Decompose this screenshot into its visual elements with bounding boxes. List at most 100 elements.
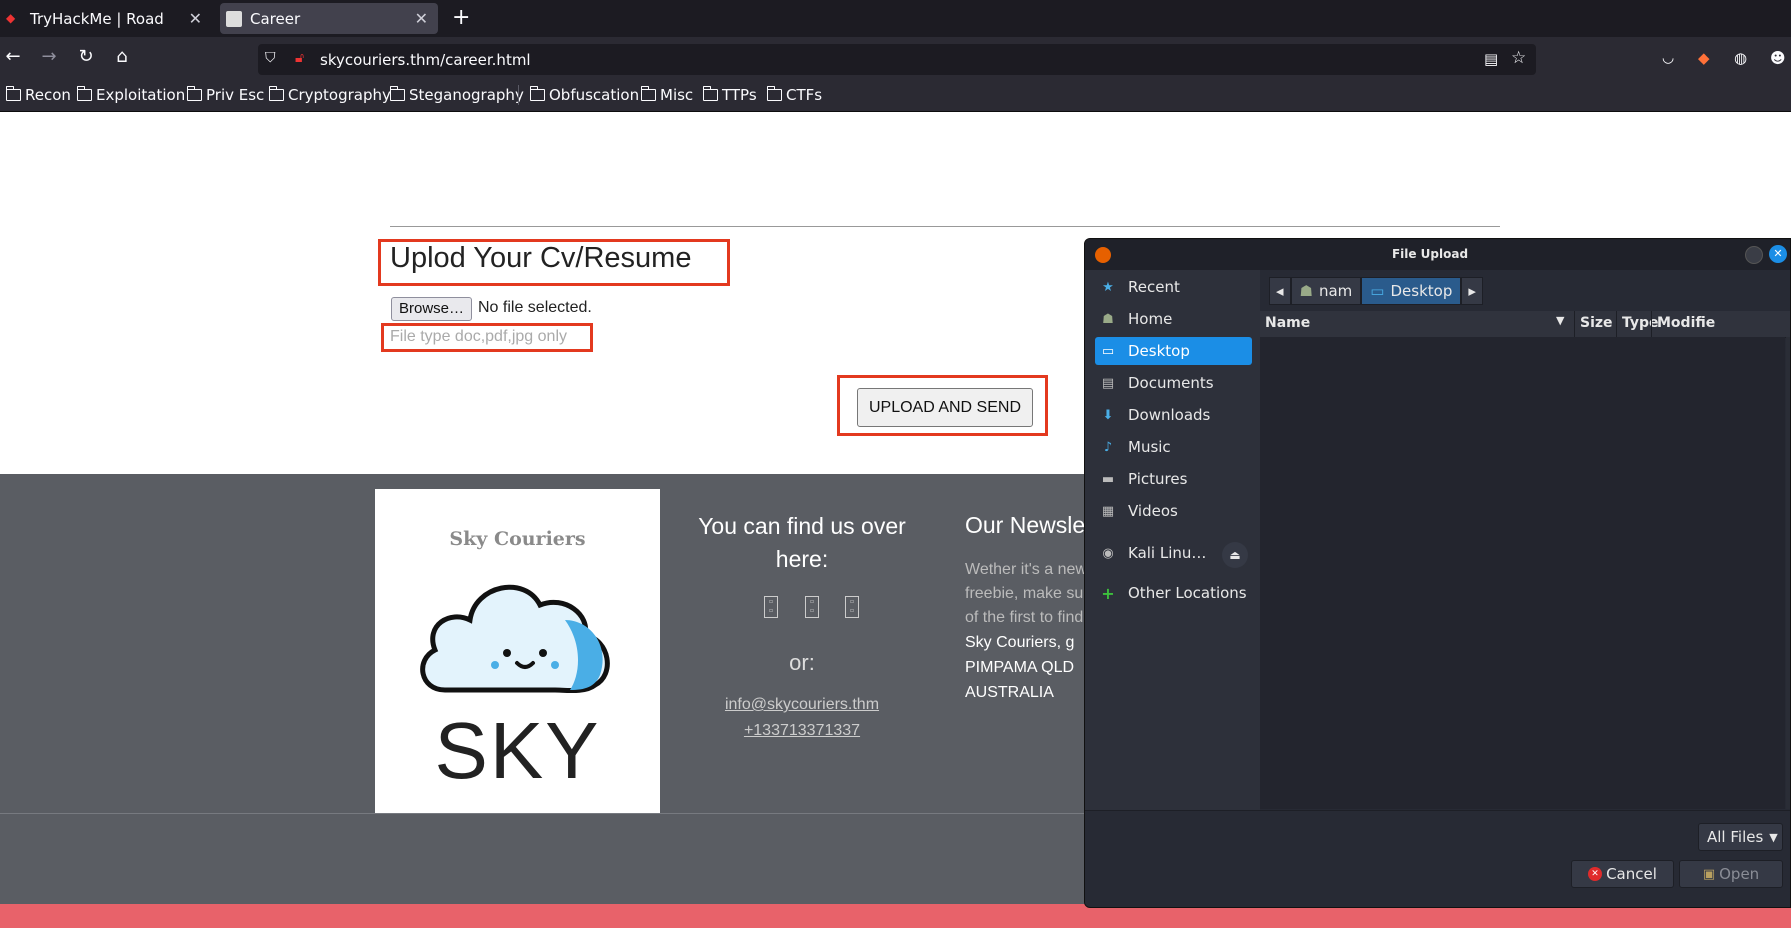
reader-view-icon[interactable]: ▤ bbox=[1484, 50, 1498, 68]
tab-career[interactable]: Career ✕ bbox=[220, 3, 438, 34]
file-list[interactable] bbox=[1260, 337, 1785, 809]
cancel-button[interactable]: ✕ Cancel bbox=[1571, 860, 1674, 888]
reload-icon[interactable]: ↻ bbox=[74, 45, 98, 69]
forward-icon[interactable]: → bbox=[37, 45, 61, 69]
column-type[interactable]: Type bbox=[1622, 315, 1659, 331]
open-file-icon: ▣ bbox=[1702, 866, 1716, 882]
file-status: No file selected. bbox=[478, 299, 592, 316]
sidebar-item-other-locations[interactable]: + Other Locations bbox=[1095, 579, 1252, 607]
bookmark-star-icon[interactable]: ☆ bbox=[1511, 48, 1526, 68]
bookmark-cryptography[interactable]: Cryptography bbox=[269, 86, 391, 104]
sidebar-item-documents[interactable]: ▤ Documents bbox=[1095, 369, 1252, 397]
path-back-icon[interactable]: ◂ bbox=[1269, 277, 1291, 305]
path-bar: ◂ ☗ nam ▭ Desktop ▸ bbox=[1269, 277, 1483, 305]
desktop-icon: ▭ bbox=[1101, 343, 1115, 359]
tab-tryhackme[interactable]: ◆ TryHackMe | Road ✕ bbox=[0, 0, 212, 37]
column-size[interactable]: Size bbox=[1580, 315, 1613, 331]
documents-icon: ▤ bbox=[1101, 375, 1115, 391]
download-icon: ⬇ bbox=[1102, 407, 1114, 423]
sort-chevron-down-icon[interactable]: ▼ bbox=[1556, 314, 1564, 327]
home-icon: ☗ bbox=[1299, 282, 1313, 300]
open-button[interactable]: ▣ Open bbox=[1679, 860, 1783, 888]
eject-icon[interactable]: ⏏ bbox=[1222, 542, 1248, 568]
sidebar-item-recent[interactable]: ★ Recent bbox=[1095, 273, 1252, 301]
bookmark-ttps[interactable]: TTPs bbox=[703, 86, 757, 104]
sidebar-item-downloads[interactable]: ⬇ Downloads bbox=[1095, 401, 1252, 429]
bookmark-exploitation[interactable]: Exploitation bbox=[77, 86, 185, 104]
cloud-logo-icon bbox=[420, 584, 610, 694]
file-list-header: Name ▼ Size Type Modifie bbox=[1260, 311, 1790, 338]
email-link[interactable]: info@skycouriers.thm bbox=[692, 696, 912, 714]
bookmark-obfuscation[interactable]: Obfuscation bbox=[530, 86, 639, 104]
dialog-footer: All Files ▼ ✕ Cancel ▣ Open bbox=[1085, 810, 1790, 907]
music-icon: ♪ bbox=[1103, 439, 1113, 455]
minimize-icon[interactable] bbox=[1745, 246, 1763, 264]
folder-icon bbox=[767, 86, 782, 101]
find-us-heading: You can find us over here: bbox=[698, 513, 906, 572]
phone-link[interactable]: +133713371337 bbox=[692, 722, 912, 740]
file-upload-dialog: File Upload ✕ ★ Recent ☗ Home ▭ Desktop ▤ Do… bbox=[1084, 238, 1791, 908]
close-tab-icon[interactable]: ✕ bbox=[415, 9, 428, 28]
column-modified[interactable]: Modifie bbox=[1657, 315, 1715, 331]
extension-icon[interactable]: ☻ bbox=[1770, 49, 1786, 67]
path-item-desktop[interactable]: ▭ Desktop bbox=[1361, 277, 1462, 305]
places-sidebar: ★ Recent ☗ Home ▭ Desktop ▤ Documents ⬇ Downl… bbox=[1085, 270, 1260, 810]
or-label: or: bbox=[789, 650, 815, 675]
folder-icon bbox=[530, 86, 545, 101]
folder-icon bbox=[641, 86, 656, 101]
file-filter-select[interactable]: All Files ▼ bbox=[1698, 823, 1783, 851]
folder-icon bbox=[703, 86, 718, 101]
column-name[interactable]: Name bbox=[1265, 315, 1310, 331]
logo-text: SKY bbox=[434, 706, 601, 795]
foxyproxy-icon[interactable]: ◆ bbox=[1698, 49, 1710, 67]
social-icon[interactable]: ▫ ▫ bbox=[845, 596, 859, 618]
bookmark-steganography[interactable]: Steganography bbox=[390, 86, 524, 104]
column-divider bbox=[1616, 311, 1617, 337]
dialog-title: File Upload bbox=[1391, 247, 1469, 261]
tab-label: Career bbox=[250, 9, 301, 28]
sidebar-item-desktop[interactable]: ▭ Desktop bbox=[1095, 337, 1252, 365]
shield-icon[interactable]: ⛉ bbox=[265, 50, 276, 66]
folder-icon bbox=[187, 86, 202, 101]
upload-heading: Uplod Your Cv/Resume bbox=[390, 242, 692, 274]
bookmark-ctfs[interactable]: CTFs bbox=[767, 86, 822, 104]
sidebar-item-pictures[interactable]: ▬ Pictures bbox=[1095, 465, 1252, 493]
social-icon[interactable]: ▫ ▫ bbox=[764, 596, 778, 618]
bookmark-priv-esc[interactable]: Priv Esc bbox=[187, 86, 264, 104]
bookmark-misc[interactable]: Misc bbox=[641, 86, 693, 104]
newsletter-heading: Our Newsle bbox=[965, 512, 1086, 538]
divider bbox=[390, 226, 1500, 227]
cookie-icon[interactable]: ◍ bbox=[1734, 49, 1747, 67]
close-dialog-icon[interactable]: ✕ bbox=[1769, 245, 1787, 263]
file-browser: ◂ ☗ nam ▭ Desktop ▸ Name ▼ Size Type Modif… bbox=[1260, 270, 1790, 810]
folder-icon bbox=[269, 86, 284, 101]
sidebar-item-videos[interactable]: ▦ Videos bbox=[1095, 497, 1252, 525]
bookmark-recon[interactable]: Recon bbox=[6, 86, 71, 104]
column-divider bbox=[1574, 311, 1575, 337]
scrollbar[interactable] bbox=[1786, 337, 1790, 809]
sidebar-item-music[interactable]: ♪ Music bbox=[1095, 433, 1252, 461]
folder-icon bbox=[6, 86, 21, 101]
home-icon[interactable]: ⌂ bbox=[110, 45, 134, 69]
videos-icon: ▦ bbox=[1101, 503, 1115, 519]
sidebar-item-home[interactable]: ☗ Home bbox=[1095, 305, 1252, 333]
back-icon[interactable]: ← bbox=[1, 45, 25, 69]
browse-button[interactable]: Browse… bbox=[391, 297, 472, 321]
logo-title: Sky Couriers bbox=[449, 528, 586, 550]
pocket-icon[interactable]: ◡ bbox=[1662, 50, 1674, 66]
tab-label: TryHackMe | Road bbox=[30, 9, 164, 28]
insecure-lock-icon[interactable]: 🔓︎ bbox=[295, 50, 304, 66]
file-type-hint: File type doc,pdf,jpg only bbox=[390, 328, 567, 345]
new-tab-icon[interactable]: + bbox=[452, 5, 470, 30]
chevron-down-icon: ▼ bbox=[1769, 830, 1778, 844]
url-text[interactable]: skycouriers.thm/career.html bbox=[320, 51, 531, 69]
upload-and-send-button[interactable]: UPLOAD AND SEND bbox=[857, 388, 1033, 427]
path-item-home[interactable]: ☗ nam bbox=[1290, 277, 1362, 305]
disc-icon: ◉ bbox=[1102, 545, 1114, 561]
cancel-icon: ✕ bbox=[1588, 867, 1603, 881]
social-icon[interactable]: ▫ ▫ bbox=[805, 596, 819, 618]
path-forward-icon[interactable]: ▸ bbox=[1461, 277, 1483, 305]
close-tab-icon[interactable]: ✕ bbox=[189, 9, 202, 28]
page-favicon-icon bbox=[226, 10, 242, 27]
plus-icon: + bbox=[1101, 583, 1115, 603]
